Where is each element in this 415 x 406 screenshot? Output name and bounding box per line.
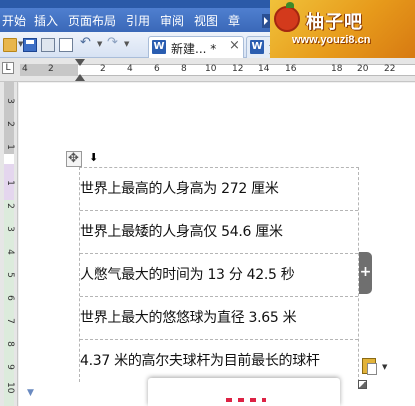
chevron-down-icon[interactable]: ▼ <box>382 363 387 371</box>
vruler-tick: 5 <box>5 272 15 278</box>
table-row[interactable]: 世界上最矮的人身高仅 54.6 厘米 <box>80 211 358 254</box>
table-cell-text[interactable]: 世界上最高的人身高为 272 厘米 <box>80 178 279 198</box>
menu-more-arrow-icon[interactable] <box>262 14 270 28</box>
table-cell-text[interactable]: 世界上最矮的人身高仅 54.6 厘米 <box>80 221 283 241</box>
ruler-tick: 4 <box>22 64 28 74</box>
document-table[interactable]: 世界上最高的人身高为 272 厘米 世界上最矮的人身高仅 54.6 厘米 人憋气… <box>79 167 359 382</box>
undo-icon[interactable]: ↶ <box>80 35 91 50</box>
ruler-tick: 22 <box>384 64 396 74</box>
table-resize-handle-icon[interactable] <box>358 380 367 389</box>
ruler-tick: 2 <box>48 64 54 74</box>
paste-options-icon[interactable] <box>362 358 377 375</box>
tab-label: 新建... * <box>171 42 217 56</box>
vruler-tick: 3 <box>5 226 15 232</box>
print-icon[interactable] <box>41 38 55 52</box>
vruler-tick: 1 <box>5 180 15 186</box>
ruler-tick: 16 <box>285 64 297 74</box>
folder-icon[interactable] <box>3 38 17 52</box>
panel-decoration <box>226 398 266 402</box>
menu-home[interactable]: 开始 <box>2 12 26 29</box>
ruler-tick: 12 <box>232 64 244 74</box>
vruler-tick: 8 <box>5 341 15 347</box>
table-row[interactable]: 世界上最大的悠悠球为直径 3.65 米 <box>80 297 358 340</box>
word-doc-icon: W <box>250 40 264 54</box>
table-cell-text[interactable]: 4.37 米的高尔夫球杆为目前最长的球杆 <box>80 350 320 370</box>
menu-review[interactable]: 审阅 <box>160 12 184 29</box>
ruler-tick: 20 <box>357 64 369 74</box>
vruler-tick: 3 <box>5 98 15 104</box>
vruler-tick: 2 <box>5 121 15 127</box>
menu-view[interactable]: 视图 <box>194 12 218 29</box>
vruler-tick: 4 <box>5 249 15 255</box>
hanging-indent-marker[interactable] <box>75 74 85 81</box>
menu-page-layout[interactable]: 页面布局 <box>68 12 116 29</box>
smart-tag-icon[interactable]: ▼ <box>27 388 34 398</box>
chevron-down-icon[interactable]: ▼ <box>97 40 102 48</box>
close-icon[interactable]: × <box>229 38 240 53</box>
vruler-tick: 9 <box>5 364 15 370</box>
ruler-tick: 14 <box>258 64 270 74</box>
vruler-tick: 10 <box>5 382 15 394</box>
pomelo-icon <box>274 2 300 32</box>
table-row[interactable]: 4.37 米的高尔夫球杆为目前最长的球杆 <box>80 340 358 383</box>
ruler-tick: 6 <box>154 64 160 74</box>
ruler-tick: 10 <box>205 64 217 74</box>
table-row[interactable]: 世界上最高的人身高为 272 厘米 <box>80 168 358 211</box>
menu-references[interactable]: 引用 <box>126 12 150 29</box>
first-line-indent-marker[interactable] <box>75 59 85 66</box>
cursor-arrow-icon: ⬇ <box>89 151 99 164</box>
vruler-tick: 7 <box>5 318 15 324</box>
menu-chapter[interactable]: 章 <box>228 12 240 29</box>
menu-insert[interactable]: 插入 <box>34 12 58 29</box>
table-move-handle-icon[interactable] <box>66 151 82 167</box>
add-column-button[interactable]: + <box>359 252 372 294</box>
vertical-ruler[interactable]: 3 2 1 1 2 3 4 5 6 7 8 9 10 <box>0 82 18 406</box>
table-row[interactable]: 人憋气最大的时间为 13 分 42.5 秒 <box>80 254 358 297</box>
ruler-tick: 4 <box>127 64 133 74</box>
redo-icon[interactable]: ↷ <box>107 35 118 50</box>
horizontal-ruler[interactable]: L 4 2 2 4 6 8 10 12 14 16 18 20 22 <box>0 58 415 82</box>
table-cell-text[interactable]: 人憋气最大的时间为 13 分 42.5 秒 <box>80 264 295 284</box>
print-preview-icon[interactable] <box>59 38 73 52</box>
ruler-tick: 8 <box>181 64 187 74</box>
vruler-tick: 2 <box>5 203 15 209</box>
word-doc-icon: W <box>152 40 166 54</box>
logo-url: www.youzi8.cn <box>292 34 371 46</box>
save-icon[interactable] <box>23 38 37 52</box>
tab-document-new[interactable]: W 新建... * × <box>148 36 244 58</box>
ruler-tick: 18 <box>331 64 343 74</box>
table-cell-text[interactable]: 世界上最大的悠悠球为直径 3.65 米 <box>80 307 297 327</box>
logo-title: 柚子吧 <box>306 12 363 33</box>
site-logo: 柚子吧 www.youzi8.cn <box>270 0 415 58</box>
tab-stop-selector[interactable]: L <box>2 62 14 74</box>
chevron-down-icon[interactable]: ▼ <box>124 40 129 48</box>
floating-toolbar-panel[interactable] <box>148 378 340 406</box>
vruler-tick: 1 <box>5 144 15 150</box>
vruler-tick: 6 <box>5 295 15 301</box>
ruler-tick: 2 <box>100 64 106 74</box>
